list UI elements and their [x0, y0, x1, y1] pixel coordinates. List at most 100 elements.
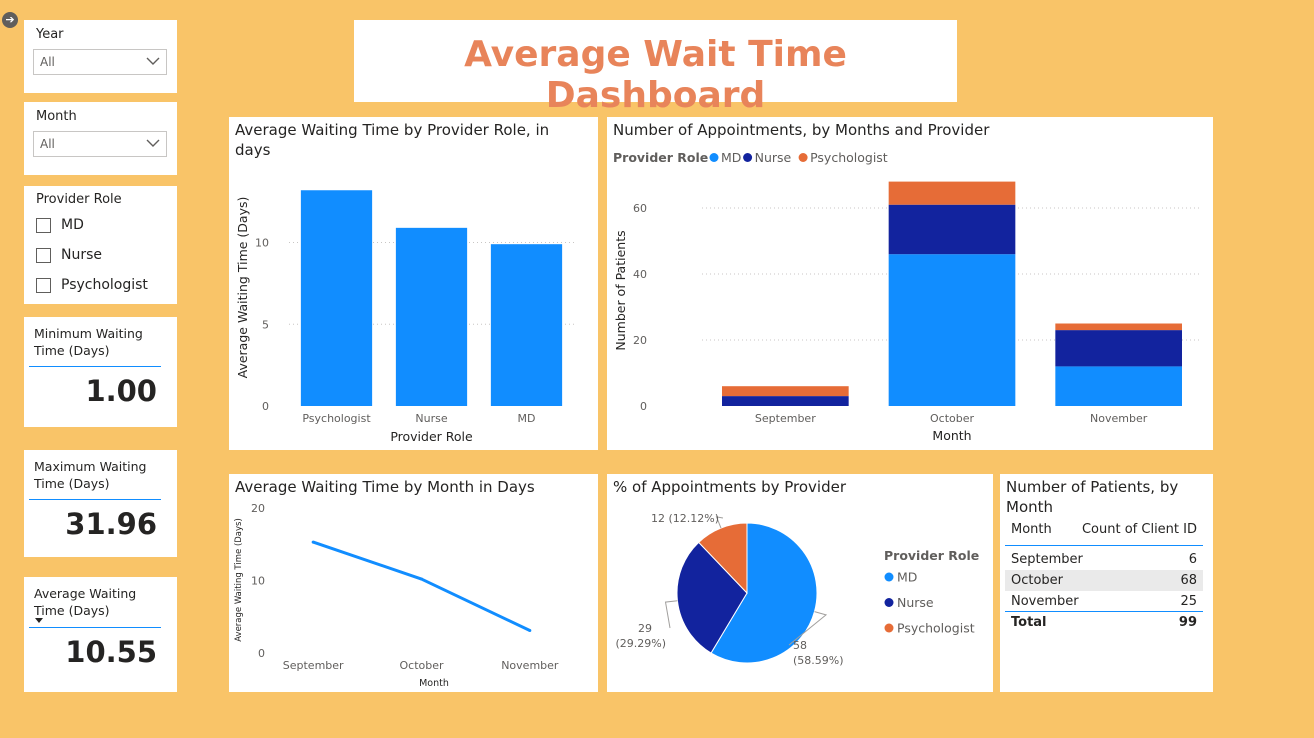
legend-item: Nurse — [755, 150, 792, 165]
year-slicer: Year All — [24, 20, 177, 93]
table-row: November 25 — [1005, 591, 1203, 612]
x-axis-title: Month — [932, 428, 971, 443]
x-tick-label: MD — [518, 412, 536, 425]
table-cell: September — [1011, 552, 1083, 567]
table-cell: 25 — [1180, 594, 1197, 609]
y-tick-label: 20 — [251, 502, 265, 515]
checkbox[interactable] — [36, 277, 51, 293]
x-tick-label: October — [930, 412, 974, 425]
x-tick-label: October — [399, 659, 443, 672]
bar — [395, 227, 468, 406]
legend-item: Psychologist — [897, 621, 975, 636]
line-point — [528, 629, 532, 633]
x-axis-title: Month — [419, 678, 449, 689]
line-point — [420, 577, 423, 581]
kpi-value: 1.00 — [85, 374, 157, 408]
table-header: Month Count of Client ID — [1005, 518, 1203, 546]
kpi-label: Maximum Waiting Time (Days) — [34, 459, 147, 491]
caret-down-icon[interactable] — [35, 618, 43, 623]
chart-title: Number of Patients, by Month — [1006, 478, 1179, 516]
y-axis-title: Number of Patients — [613, 230, 628, 350]
kpi-max-waiting-time: Maximum Waiting Time (Days) 31.96 — [24, 450, 177, 557]
y-tick-label: 10 — [251, 575, 265, 588]
month-dropdown-value: All — [40, 137, 55, 151]
legend-marker — [709, 153, 719, 162]
year-dropdown-value: All — [40, 55, 55, 69]
year-dropdown[interactable]: All — [33, 49, 167, 75]
legend-marker — [884, 623, 894, 633]
month-slicer-label: Month — [36, 109, 77, 124]
back-arrow-icon[interactable]: ➔ — [2, 12, 18, 28]
checkbox[interactable] — [36, 247, 51, 263]
legend-item: Nurse — [897, 595, 934, 610]
y-tick-label: 0 — [262, 400, 269, 413]
legend-marker — [884, 572, 894, 582]
table-row: October 68 — [1005, 570, 1203, 591]
bar-segment — [888, 181, 1016, 205]
y-axis-title: Average Waiting Time (Days) — [234, 518, 244, 642]
pie-chart-card: % of Appointments by Provider 58 (58.59%)… — [607, 474, 993, 692]
dashboard-title-box: Average Wait Time Dashboard — [354, 20, 957, 116]
bar-segment — [1055, 330, 1182, 367]
bar-segment — [1055, 323, 1182, 331]
pie-data-label: (58.59%) — [793, 654, 844, 667]
leader-line — [664, 600, 678, 629]
bar-segment — [1055, 366, 1182, 406]
bar — [490, 244, 563, 406]
y-tick-label: 0 — [640, 400, 647, 413]
provider-option-nurse[interactable]: Nurse — [36, 244, 102, 266]
kpi-value: 31.96 — [65, 507, 157, 541]
month-dropdown[interactable]: All — [33, 131, 167, 157]
x-tick-label: September — [283, 659, 344, 672]
pie-data-label: 12 (12.12%) — [651, 512, 719, 525]
checkbox[interactable] — [36, 217, 51, 233]
bar — [300, 190, 373, 406]
column-header[interactable]: Month — [1011, 522, 1052, 537]
table-total-row: Total 99 — [1005, 612, 1203, 633]
table-cell: October — [1011, 573, 1064, 588]
kpi-value: 10.55 — [65, 635, 157, 669]
month-line-chart: 0 10 20 September October November Month Averag… — [234, 502, 559, 689]
provider-option-psychologist[interactable]: Psychologist — [36, 274, 148, 296]
month-slicer: Month All — [24, 102, 177, 175]
legend-item: MD — [721, 150, 741, 165]
x-tick-label: Psychologist — [302, 412, 371, 425]
y-tick-label: 10 — [255, 237, 269, 250]
x-tick-label: November — [1090, 412, 1148, 425]
provider-option-md[interactable]: MD — [36, 214, 84, 236]
table-cell: 6 — [1188, 552, 1197, 567]
role-bar-chart-card: Average Waiting Time by Provider Role, i… — [229, 117, 598, 450]
y-tick-label: 0 — [258, 647, 265, 660]
chevron-down-icon — [146, 57, 160, 65]
kpi-divider — [29, 627, 161, 628]
column-header[interactable]: Count of Client ID — [1082, 522, 1197, 537]
role-bar-chart: 0 5 10 Psychologist Nurse MD Provider Role Aver… — [235, 190, 574, 444]
pie-data-label: 58 — [793, 639, 807, 652]
provider-pie-chart: 58 (58.59%) 29 (29.29%) 12 (12.12%) Provider … — [615, 512, 979, 667]
table-cell: 68 — [1180, 573, 1197, 588]
kpi-min-waiting-time: Minimum Waiting Time (Days) 1.00 — [24, 317, 177, 427]
year-slicer-label: Year — [36, 27, 64, 42]
kpi-divider — [29, 366, 161, 367]
y-tick-label: 20 — [633, 334, 647, 347]
legend-item: Psychologist — [810, 150, 888, 165]
x-tick-label: Nurse — [415, 412, 447, 425]
legend-title: Provider Role — [884, 548, 979, 563]
bar-segment — [722, 396, 849, 406]
patients-table-card: Number of Patients, by Month Month Count… — [1000, 474, 1213, 692]
legend-marker — [884, 598, 894, 607]
x-axis-title: Provider Role — [390, 429, 473, 444]
month-stack-chart-card: Number of Appointments, by Months and Pr… — [607, 117, 1213, 450]
bar-segment — [722, 386, 849, 397]
legend-title: Provider Role — [613, 150, 708, 165]
y-tick-label: 5 — [262, 318, 269, 331]
table-cell: 99 — [1178, 615, 1197, 630]
table-row: September 6 — [1005, 549, 1203, 570]
table-cell: Total — [1011, 615, 1047, 630]
month-stack-chart: Provider Role MD Nurse Psychologist 0 20 40 60 S… — [613, 150, 1202, 443]
legend-marker — [798, 153, 808, 162]
y-tick-label: 40 — [633, 268, 647, 281]
x-tick-label: November — [501, 659, 559, 672]
kpi-label: Average Waiting Time (Days) — [34, 586, 137, 618]
provider-option-label: Psychologist — [61, 277, 148, 293]
